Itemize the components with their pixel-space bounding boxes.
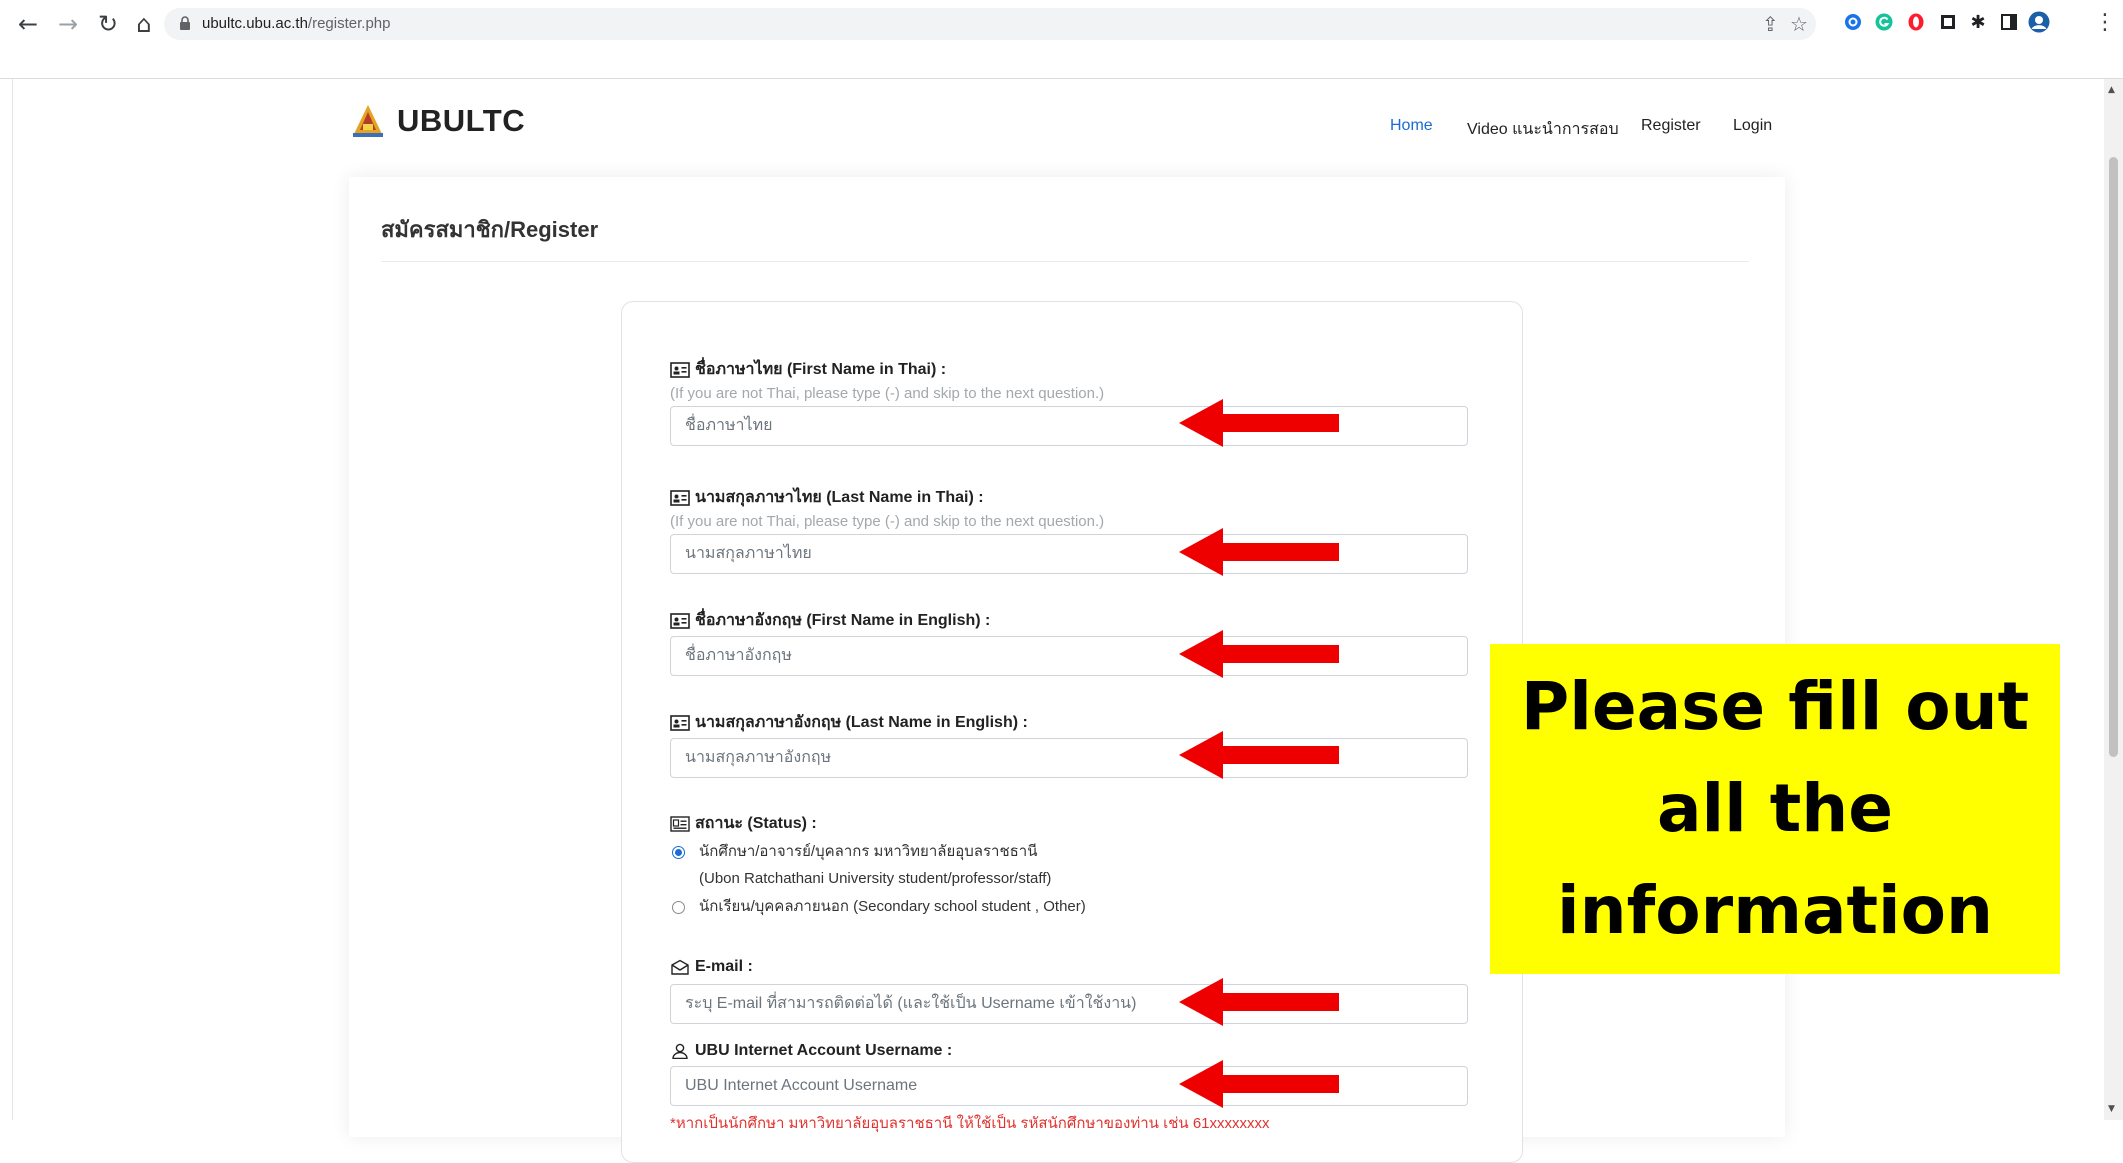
last-name-th-label: นามสกุลภาษาไทย (Last Name in Thai) : [670, 485, 984, 510]
share-icon[interactable]: ⇪ [1762, 12, 1779, 36]
envelope-icon [671, 959, 689, 975]
red-arrow-annotation [1179, 1060, 1339, 1108]
nav-home[interactable]: Home [1390, 117, 1433, 135]
last-name-en-input[interactable] [670, 738, 1468, 778]
back-arrow-icon[interactable]: ← [14, 10, 42, 38]
first-name-en-label: ชื่อภาษาอังกฤษ (First Name in English) : [670, 608, 990, 633]
square-extension-icon[interactable] [1936, 10, 1960, 34]
red-arrow-annotation [1179, 630, 1339, 678]
status-option-other-text: นักเรียน/บุคคลภายนอก (Secondary school s… [699, 898, 1086, 915]
scroll-up-icon[interactable]: ▲ [2108, 85, 2115, 95]
nav-register[interactable]: Register [1641, 117, 1701, 135]
first-name-th-hint: (If you are not Thai, please type (-) an… [670, 385, 1105, 402]
red-arrow-annotation [1179, 978, 1339, 1026]
status-option-ubu[interactable]: นักศึกษา/อาจารย์/บุคลากร มหาวิทยาลัยอุบล… [670, 843, 1051, 892]
email-label: E-mail : [670, 958, 753, 976]
user-icon [672, 1043, 688, 1059]
lock-icon [180, 16, 190, 30]
opera-icon[interactable] [1904, 10, 1928, 34]
status-option-other[interactable]: นักเรียน/บุคคลภายนอก (Secondary school s… [670, 898, 1086, 920]
vcard-icon [670, 815, 690, 832]
ubu-username-label: UBU Internet Account Username : [670, 1042, 952, 1060]
last-name-en-label: นามสกุลภาษาอังกฤษ (Last Name in English)… [670, 710, 1028, 735]
page-title: สมัครสมาชิก/Register [381, 217, 599, 242]
scroll-down-icon[interactable]: ▼ [2108, 1104, 2115, 1114]
status-label: สถานะ (Status) : [670, 811, 817, 836]
first-name-th-input[interactable] [670, 406, 1468, 446]
ubu-username-input[interactable] [670, 1066, 1468, 1106]
brand[interactable]: UBULTC [351, 103, 525, 139]
ubultc-logo-icon [353, 105, 383, 137]
register-form: ชื่อภาษาไทย (First Name in Thai) : (If y… [621, 301, 1523, 1163]
first-name-en-input[interactable] [670, 636, 1468, 676]
bookmark-star-icon[interactable]: ☆ [1790, 12, 1808, 36]
radio-other[interactable] [672, 901, 685, 914]
puzzle-extensions-icon[interactable]: ✱ [1966, 10, 1990, 34]
red-arrow-annotation [1179, 399, 1339, 447]
forward-arrow-icon[interactable]: → [54, 10, 82, 38]
status-option-ubu-line1: นักศึกษา/อาจารย์/บุคลากร มหาวิทยาลัยอุบล… [699, 843, 1038, 860]
instruction-callout: Please fill out all the information [1490, 644, 2060, 974]
browser-toolbar: ← → ↻ ⌂ ubultc.ubu.ac.th/register.php ⇪ … [0, 0, 2123, 79]
title-divider [381, 261, 1749, 262]
radio-ubu-checked[interactable] [672, 846, 685, 859]
grammarly-icon[interactable] [1872, 10, 1896, 34]
side-panel-icon[interactable] [1997, 10, 2021, 34]
reload-icon[interactable]: ↻ [94, 10, 122, 38]
address-bar[interactable]: ubultc.ubu.ac.th/register.php ⇪ ☆ [164, 8, 1816, 40]
status-option-ubu-line2: (Ubon Ratchathani University student/pro… [699, 870, 1052, 887]
id-card-icon [670, 489, 690, 506]
id-card-icon [670, 714, 690, 731]
brand-name: UBULTC [397, 103, 526, 138]
extension-at-icon[interactable] [1841, 10, 1865, 34]
callout-text: Please fill out all the information [1520, 668, 2030, 949]
url-text: ubultc.ubu.ac.th/register.php [202, 15, 391, 32]
home-icon[interactable]: ⌂ [130, 10, 158, 38]
nav-video-guide[interactable]: Video แนะนำการสอบ [1467, 117, 1619, 142]
red-arrow-annotation [1179, 528, 1339, 576]
profile-avatar-icon[interactable] [2027, 10, 2051, 34]
email-input[interactable] [670, 984, 1468, 1024]
id-card-icon [670, 361, 690, 378]
last-name-th-hint: (If you are not Thai, please type (-) an… [670, 513, 1105, 530]
red-arrow-annotation [1179, 731, 1339, 779]
last-name-th-input[interactable] [670, 534, 1468, 574]
first-name-th-label: ชื่อภาษาไทย (First Name in Thai) : [670, 357, 946, 382]
id-card-icon [670, 612, 690, 629]
ubu-username-warning: *หากเป็นนักศึกษา มหาวิทยาลัยอุบลราชธานี … [670, 1115, 1270, 1132]
page-scrollbar[interactable]: ▲ ▼ [2104, 79, 2123, 1120]
scrollbar-thumb[interactable] [2109, 157, 2118, 757]
nav-login[interactable]: Login [1733, 117, 1772, 135]
kebab-menu-icon[interactable]: ⋮ [2093, 10, 2117, 35]
